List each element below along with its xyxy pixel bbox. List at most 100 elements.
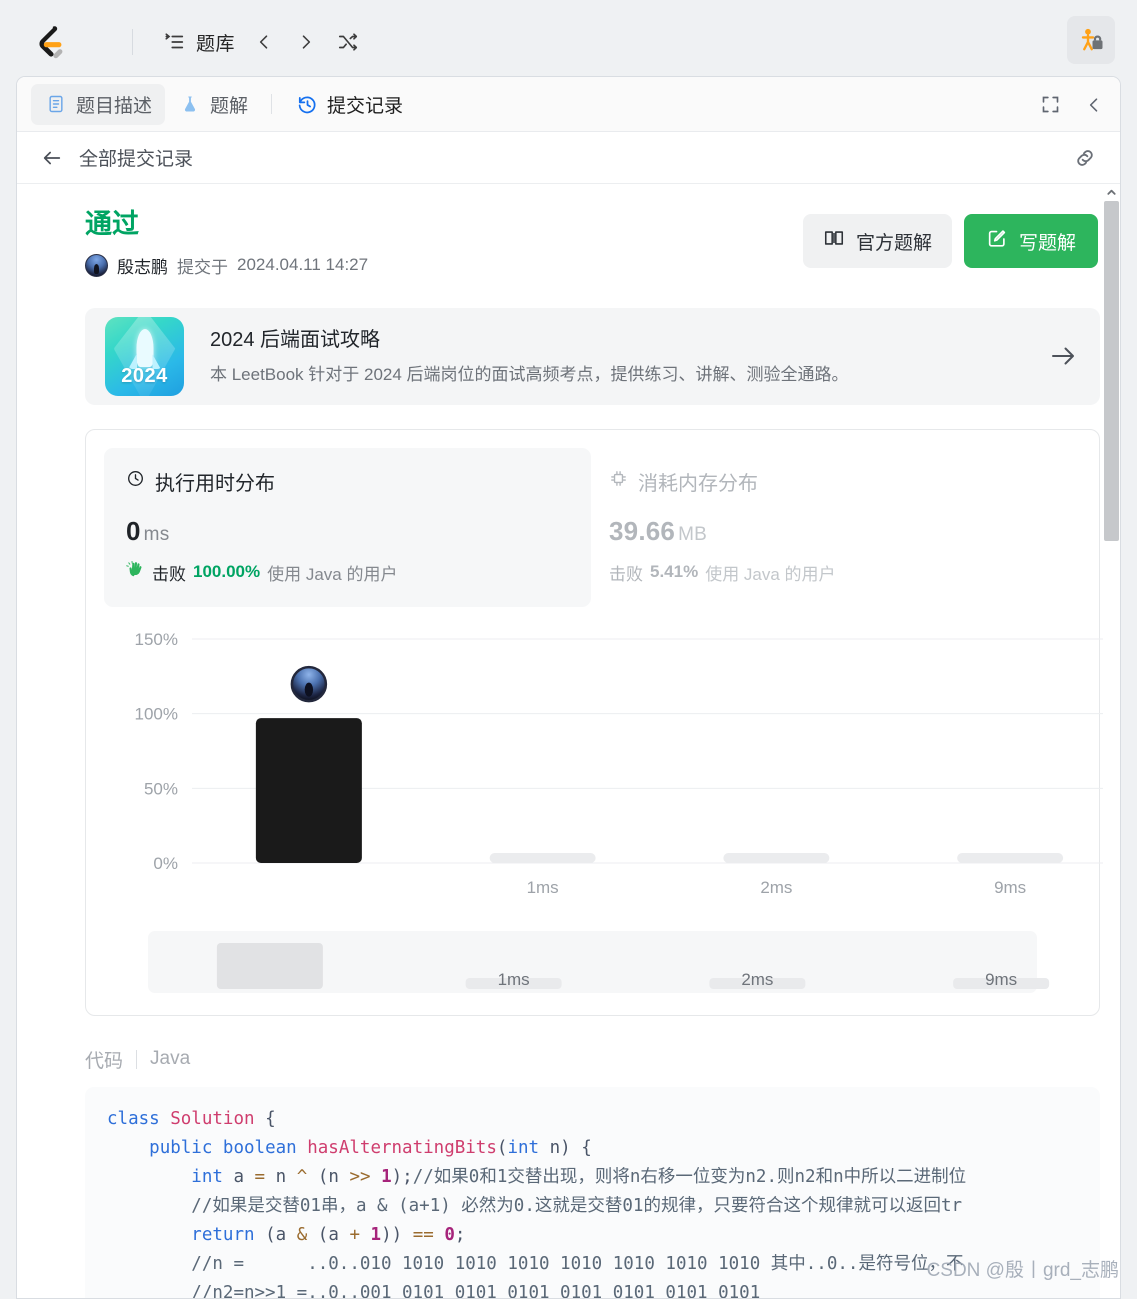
runtime-beat-percent: 100.00% xyxy=(193,562,261,582)
memory-unit: MB xyxy=(678,523,707,545)
submission-meta: 殷志鹏 提交于 2024.04.11 14:27 xyxy=(85,253,368,278)
tab-description-label: 题目描述 xyxy=(76,95,153,117)
memory-beat-percent: 5.41% xyxy=(650,562,699,582)
brush-x-label: 2ms xyxy=(741,970,773,989)
leetbook-promo-banner[interactable]: 2024 2024 后端面试攻略 本 LeetBook 针对于 2024 后端岗… xyxy=(85,307,1100,405)
official-solution-button[interactable]: 官方题解 xyxy=(802,214,952,268)
chart-brush-minimap[interactable]: 1ms 2ms 9ms xyxy=(148,930,1050,993)
code-block[interactable]: class Solution { public boolean hasAlter… xyxy=(85,1086,1100,1299)
clock-icon xyxy=(126,469,145,493)
runtime-value: 0 xyxy=(126,515,141,546)
nav-controls: 题库 xyxy=(157,23,367,62)
description-icon xyxy=(44,92,68,116)
runtime-title: 执行用时分布 xyxy=(155,472,275,495)
code-language-label[interactable]: Java xyxy=(150,1048,190,1070)
chart-y-tick-label: 150% xyxy=(135,630,178,649)
chart-y-tick-label: 100% xyxy=(135,704,178,723)
runtime-beat-row: 击败 100.00% 使用 Java 的用户 xyxy=(126,560,569,585)
history-icon xyxy=(295,92,319,116)
prev-problem-button[interactable] xyxy=(245,23,283,61)
chart-bar[interactable] xyxy=(957,852,1064,863)
main-panel: 题目描述 题解 提交记录 全部提交记录 通过 殷志鹏 提交于 2024.04.1… xyxy=(16,76,1121,1299)
tab-submissions-label: 提交记录 xyxy=(327,95,404,117)
submission-content: 通过 殷志鹏 提交于 2024.04.11 14:27 官方题解 写题解 202… xyxy=(17,184,1120,1299)
pencil-square-icon xyxy=(986,227,1008,255)
chart-bar-highlighted[interactable] xyxy=(255,717,362,863)
write-solution-button[interactable]: 写题解 xyxy=(963,214,1098,268)
submission-actions: 官方题解 写题解 xyxy=(802,208,1098,268)
chart-y-tick-label: 0% xyxy=(153,854,178,873)
scroll-up-arrow-icon[interactable] xyxy=(1103,184,1120,201)
user-lock-icon[interactable] xyxy=(1067,16,1115,64)
chart-x-tick-label: 2ms xyxy=(760,878,792,897)
flask-icon xyxy=(178,92,202,116)
runtime-distribution-chart[interactable]: 150% 100% 50% 0% 1ms 2ms 9ms xyxy=(112,621,1120,921)
runtime-unit: ms xyxy=(143,523,170,545)
arrow-left-icon[interactable] xyxy=(39,145,65,171)
submission-timestamp: 2024.04.11 14:27 xyxy=(237,255,369,275)
tab-bar-actions xyxy=(1036,77,1108,132)
rocket-icon xyxy=(136,329,153,368)
breadcrumb-all-submissions[interactable]: 全部提交记录 xyxy=(79,144,193,171)
top-navigation-bar: 题库 xyxy=(0,0,1137,84)
brush-x-label: 9ms xyxy=(985,970,1017,989)
write-solution-label: 写题解 xyxy=(1018,232,1076,254)
chart-y-tick-label: 50% xyxy=(144,779,178,798)
leetbook-cover-year: 2024 xyxy=(121,364,168,387)
arrow-right-icon[interactable] xyxy=(1048,341,1078,371)
clap-hand-icon xyxy=(126,560,145,584)
distribution-tabs: 执行用时分布 0 ms 击败 100.00% 使用 Java 的用户 消耗内存分… xyxy=(104,447,1081,607)
breadcrumb: 全部提交记录 xyxy=(17,132,1120,184)
marker-avatar-figure xyxy=(304,682,314,697)
runtime-distribution-tab[interactable]: 执行用时分布 0 ms 击败 100.00% 使用 Java 的用户 xyxy=(104,447,591,607)
memory-distribution-tab[interactable]: 消耗内存分布 39.66 MB 击败 5.41% 使用 Java 的用户 xyxy=(591,448,1061,607)
official-solution-label: 官方题解 xyxy=(855,232,932,254)
next-problem-button[interactable] xyxy=(287,23,325,61)
submission-status-block: 通过 殷志鹏 提交于 2024.04.11 14:27 xyxy=(85,208,368,278)
submission-scroll-area: 通过 殷志鹏 提交于 2024.04.11 14:27 官方题解 写题解 202… xyxy=(17,184,1120,1299)
memory-value-row: 39.66 MB xyxy=(609,516,1039,547)
chart-x-tick-label: 9ms xyxy=(994,878,1026,897)
leetcode-logo-icon[interactable] xyxy=(28,20,72,64)
chip-icon xyxy=(609,469,628,493)
tab-submissions[interactable]: 提交记录 xyxy=(282,84,416,125)
memory-value: 39.66 xyxy=(609,515,676,546)
tab-bar: 题目描述 题解 提交记录 xyxy=(17,77,1120,132)
problems-nav-item[interactable]: 题库 xyxy=(157,23,241,62)
runtime-beat-prefix: 击败 xyxy=(152,564,186,584)
fullscreen-icon[interactable] xyxy=(1036,91,1064,119)
chart-bar[interactable] xyxy=(723,852,830,863)
code-section-label: 代码 xyxy=(85,1050,124,1072)
shuffle-icon[interactable] xyxy=(329,23,367,61)
tab-solutions[interactable]: 题解 xyxy=(165,84,261,125)
tab-description[interactable]: 题目描述 xyxy=(31,83,166,125)
nav-divider xyxy=(132,29,133,55)
memory-head: 消耗内存分布 xyxy=(609,467,1039,496)
status-badge: 通过 xyxy=(85,209,139,239)
submission-time-prefix: 提交于 xyxy=(177,257,228,277)
leetbook-text: 2024 后端面试攻略 本 LeetBook 针对于 2024 后端岗位的面试高… xyxy=(210,325,1048,388)
app-root: 题库 题目描述 题解 提交记录 全部提交记录 通过 殷志鹏 提交于 2024.0… xyxy=(0,0,1137,1299)
distribution-card: 执行用时分布 0 ms 击败 100.00% 使用 Java 的用户 消耗内存分… xyxy=(85,428,1120,1016)
chart-bar[interactable] xyxy=(489,852,596,863)
link-icon[interactable] xyxy=(1072,145,1098,171)
leetbook-description: 本 LeetBook 针对于 2024 后端岗位的面试高频考点，提供练习、讲解、… xyxy=(210,365,849,384)
scrollbar-thumb[interactable] xyxy=(1104,201,1119,541)
brush-x-label: 1ms xyxy=(498,970,530,989)
submission-result-row: 通过 殷志鹏 提交于 2024.04.11 14:27 官方题解 写题解 xyxy=(65,184,1104,278)
memory-beat-prefix: 击败 xyxy=(609,564,643,584)
code-section-header: 代码 Java xyxy=(85,1046,1104,1073)
code-text: class Solution { public boolean hasAlter… xyxy=(107,1108,967,1299)
user-avatar[interactable] xyxy=(85,253,108,277)
brush-bar-selected[interactable] xyxy=(216,942,323,989)
tab-solutions-label: 题解 xyxy=(210,95,249,117)
chart-user-marker[interactable] xyxy=(290,665,328,703)
collapse-panel-icon[interactable] xyxy=(1080,91,1108,119)
chart-svg: 150% 100% 50% 0% 1ms 2ms 9ms xyxy=(135,630,1120,897)
brush-svg: 1ms 2ms 9ms xyxy=(216,942,1050,989)
book-icon xyxy=(823,227,845,255)
submission-username[interactable]: 殷志鹏 xyxy=(117,253,168,278)
tab-divider xyxy=(271,94,273,114)
runtime-beat-suffix: 使用 Java 的用户 xyxy=(267,564,398,584)
content-scrollbar[interactable] xyxy=(1103,184,1120,1298)
